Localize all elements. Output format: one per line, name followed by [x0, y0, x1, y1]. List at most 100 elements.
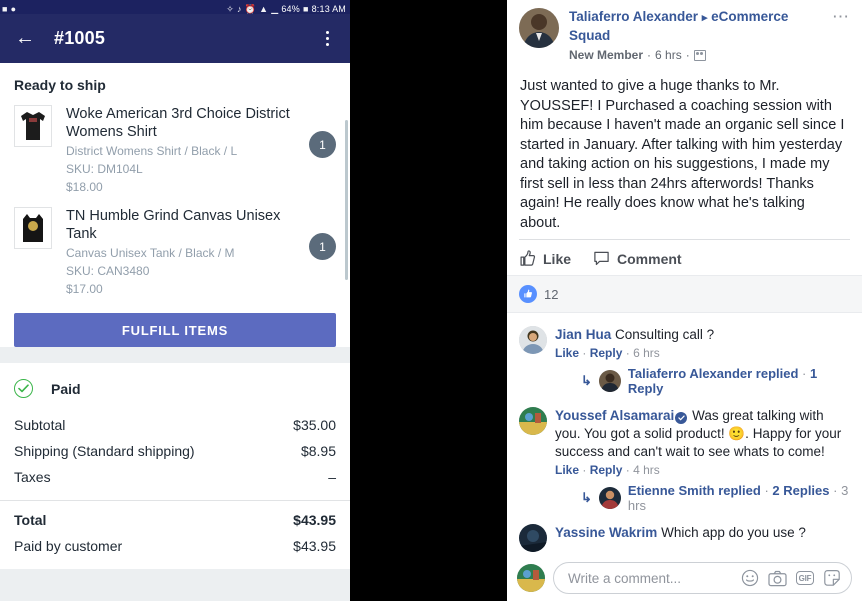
post-timestamp[interactable]: 6 hrs	[655, 47, 682, 63]
reply-thread-row[interactable]: ↳ Etienne Smith replied · 2 Replies · 3 …	[555, 479, 850, 515]
panel-gap	[350, 0, 507, 601]
summary-value: –	[328, 469, 336, 485]
reaction-count: 12	[544, 286, 559, 302]
comment-timestamp: 6 hrs	[633, 346, 660, 360]
emoji-icon[interactable]	[741, 569, 759, 587]
meta-dot: ·	[764, 483, 769, 498]
comment-input-placeholder: Write a comment...	[568, 570, 682, 586]
total-value: $43.95	[293, 512, 336, 528]
group-audience-icon[interactable]	[693, 49, 706, 61]
comment-like-link[interactable]: Like	[555, 463, 579, 477]
alarm-icon: ⏰	[244, 4, 257, 14]
product-price: $18.00	[66, 180, 103, 194]
product-sku: SKU: DM104L	[66, 162, 143, 176]
reactions-bar[interactable]: 12	[507, 275, 862, 313]
comment-like-link[interactable]: Like	[555, 346, 579, 360]
reply-thread-row[interactable]: ↳ Taliaferro Alexander replied · 1 Reply	[555, 362, 850, 398]
gif-icon[interactable]: GIF	[796, 571, 814, 585]
replier-avatar	[598, 487, 621, 509]
reply-thread-text: Etienne Smith replied · 2 Replies · 3 hr…	[628, 483, 850, 513]
comment-reply-link[interactable]: Reply	[590, 463, 623, 477]
comment-text-line: Youssef Alsamarai Was great talking with…	[555, 407, 850, 461]
back-button[interactable]: ←	[10, 24, 40, 54]
summary-label: Taxes	[14, 469, 51, 485]
bluetooth-icon: ✧	[226, 4, 234, 14]
reply-arrow-icon: ↳	[581, 490, 592, 505]
member-status: New Member	[569, 48, 644, 62]
product-variant: District Womens Shirt / Black / L	[66, 144, 238, 158]
summary-row-shipping: Shipping (Standard shipping) $8.95	[0, 438, 350, 464]
meta-dot: ·	[685, 48, 690, 62]
commenter-name[interactable]: Yassine Wakrim	[555, 525, 657, 540]
product-sku: SKU: CAN3480	[66, 264, 150, 278]
fulfillment-card: Ready to ship Woke American 3rd Choice D…	[0, 63, 350, 347]
overflow-menu-icon[interactable]	[314, 24, 340, 54]
summary-row-total: Total $43.95	[0, 507, 350, 533]
meta-dot: ·	[582, 463, 587, 477]
screenshot-root: ■ ● ✧ ♪ ⏰ ▲ ▁ 64% ■ 8:13 AM ← #1005 Read…	[0, 0, 862, 601]
post-author-name[interactable]: Taliaferro Alexander	[569, 9, 698, 24]
comment-button[interactable]: Comment	[593, 250, 682, 267]
product-title: TN Humble Grind Canvas Unisex Tank	[66, 208, 281, 242]
comment-item: Yassine Wakrim Which app do you use ?	[519, 517, 850, 554]
quantity-badge: 1	[309, 233, 336, 260]
battery-percent: 64%	[281, 4, 300, 14]
comment-text: Consulting call ?	[615, 327, 715, 342]
summary-row-subtotal: Subtotal $35.00	[0, 412, 350, 438]
commenter-avatar[interactable]	[519, 407, 547, 435]
composer-icons: GIF	[741, 569, 841, 587]
post-header: Taliaferro Alexander ▸ eCommerce Squad N…	[507, 0, 862, 67]
meta-dot: ·	[802, 366, 807, 381]
post-menu-icon[interactable]: ⋯	[832, 8, 850, 63]
comment-timestamp: 4 hrs	[633, 463, 660, 477]
camera-icon: ■	[2, 4, 8, 14]
commenter-name[interactable]: Youssef Alsamarai	[555, 408, 674, 423]
summary-value: $8.95	[300, 443, 336, 459]
payment-card: Paid Subtotal $35.00 Shipping (Standard …	[0, 363, 350, 569]
mute-icon: ♪	[236, 4, 242, 14]
paid-by-customer-value: $43.95	[293, 538, 336, 554]
vertical-scrollbar[interactable]	[345, 120, 348, 280]
meta-dot: ·	[582, 346, 587, 360]
author-avatar[interactable]	[519, 8, 559, 48]
status-bar-right: ✧ ♪ ⏰ ▲ ▁ 64% ■ 8:13 AM	[226, 4, 346, 14]
meta-dot: ·	[625, 346, 630, 360]
current-user-avatar[interactable]	[517, 564, 545, 592]
verified-badge-icon	[675, 412, 688, 424]
reply-thread-text: Taliaferro Alexander replied · 1 Reply	[628, 366, 850, 396]
like-label: Like	[543, 250, 572, 267]
like-reaction-icon	[519, 285, 537, 303]
to-group-arrow-icon: ▸	[701, 12, 708, 24]
meta-dot: ·	[647, 48, 652, 62]
sticker-icon[interactable]	[823, 569, 841, 587]
comment-item: Youssef Alsamarai Was great talking with…	[519, 400, 850, 517]
fulfill-items-button[interactable]: FULFILL ITEMS	[14, 313, 336, 347]
total-label: Total	[14, 512, 47, 528]
product-price: $17.00	[66, 282, 103, 296]
signal-icon: ▁	[271, 4, 279, 14]
comment-text-line: Yassine Wakrim Which app do you use ?	[555, 524, 850, 542]
commenter-name[interactable]: Jian Hua	[555, 327, 611, 342]
reply-arrow-icon: ↳	[581, 373, 592, 388]
comment-body: Yassine Wakrim Which app do you use ?	[555, 524, 850, 552]
check-circle-icon	[14, 379, 33, 398]
line-item[interactable]: TN Humble Grind Canvas Unisex Tank Canva…	[0, 205, 350, 307]
line-item[interactable]: Woke American 3rd Choice District Womens…	[0, 103, 350, 205]
divider	[0, 500, 350, 501]
facebook-post-panel: Taliaferro Alexander ▸ eCommerce Squad N…	[507, 0, 862, 601]
like-button[interactable]: Like	[519, 250, 571, 267]
post-body-text: Just wanted to give a huge thanks to Mr.…	[520, 78, 845, 231]
battery-icon: ■	[302, 4, 309, 14]
meta-dot: ·	[833, 483, 838, 498]
commenter-avatar[interactable]	[519, 326, 547, 354]
comment-label: Comment	[617, 250, 682, 267]
line-item-details: TN Humble Grind Canvas Unisex Tank Canva…	[66, 207, 309, 297]
payment-status-label: Paid	[51, 380, 81, 397]
payment-status-row: Paid	[0, 363, 350, 412]
commenter-avatar[interactable]	[519, 524, 547, 552]
comment-input-box[interactable]: Write a comment... GIF	[553, 562, 852, 594]
replier-name: Taliaferro Alexander replied	[627, 366, 799, 381]
camera-icon[interactable]	[768, 570, 787, 587]
comment-body: Youssef Alsamarai Was great talking with…	[555, 407, 850, 515]
comment-reply-link[interactable]: Reply	[590, 346, 623, 360]
